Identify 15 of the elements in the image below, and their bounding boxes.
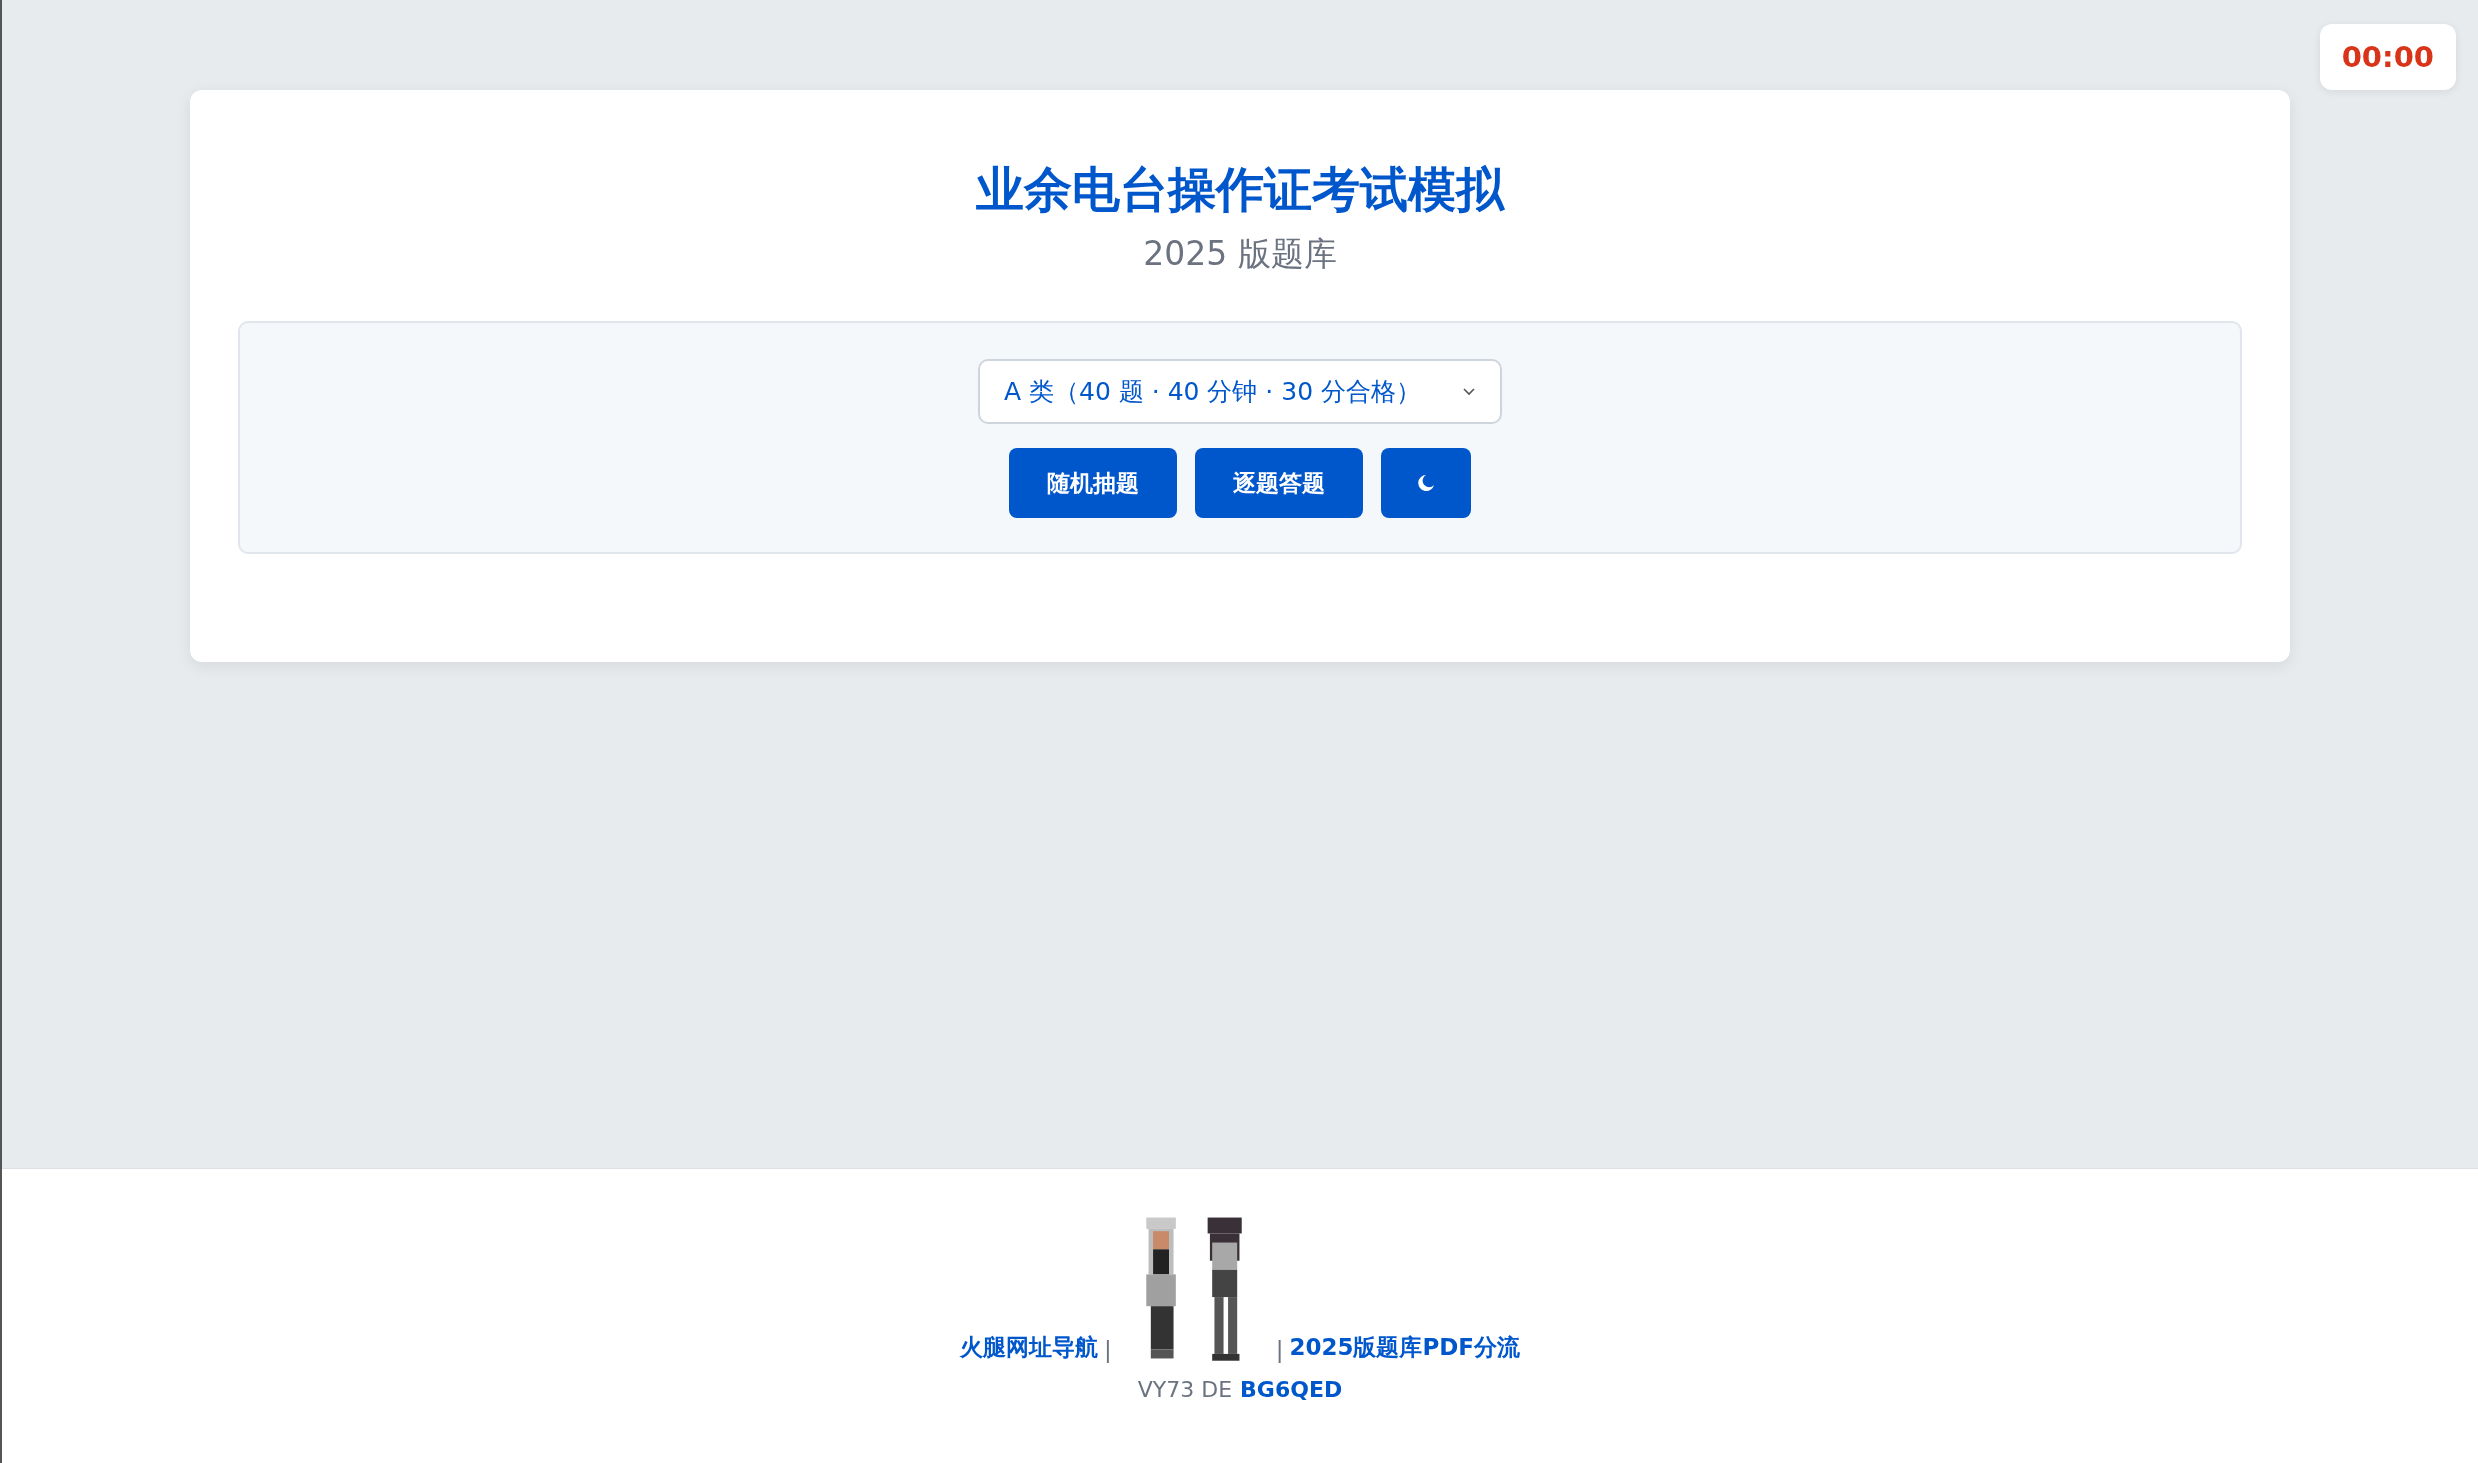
footer-link[interactable]: 2025版题库PDF分流 — [1289, 1332, 1521, 1363]
action-button[interactable]: 逐题答题 — [1195, 448, 1363, 519]
chevron-down-icon — [1462, 387, 1476, 397]
action-button[interactable]: 随机抽题 — [1009, 448, 1177, 519]
callsign-link[interactable]: BG6QED — [1240, 1377, 1343, 1402]
separator-text: | — [1275, 1337, 1284, 1363]
signoff-text: VY73 DE — [1137, 1377, 1233, 1402]
separator-text: | — [1103, 1337, 1112, 1363]
page-subtitle: 2025 版题库 — [1143, 233, 1337, 276]
footer-link[interactable]: 火腿网址导航 — [959, 1332, 1098, 1363]
exam-type-dropdown[interactable]: A 类（40 题 · 40 分钟 · 30 分合格） — [978, 359, 1502, 425]
moon-icon — [1417, 474, 1435, 493]
dark-mode-button[interactable] — [1381, 448, 1471, 519]
page-title: 业余电台操作证考试模拟 — [976, 160, 1504, 219]
timer-display: 00:00 — [2319, 24, 2456, 90]
